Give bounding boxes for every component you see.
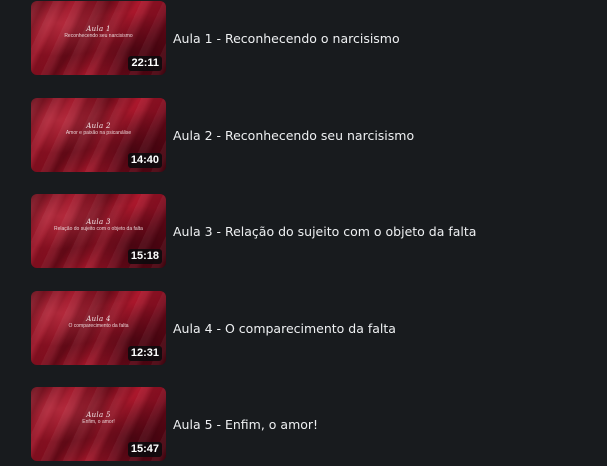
thumbnail-subtitle: Amor e paixão na psicanálise <box>65 130 132 136</box>
lesson-title[interactable]: Aula 5 - Enfim, o amor! <box>173 417 318 432</box>
thumbnail-subtitle: Reconhecendo seu narcisismo <box>64 33 133 39</box>
lesson-title[interactable]: Aula 3 - Relação do sujeito com o objeto… <box>173 224 476 239</box>
duration-badge: 22:11 <box>128 56 162 71</box>
thumbnail-title: Aula 3 <box>86 218 111 226</box>
lesson-thumbnail[interactable]: Aula 4 O comparecimento da falta 12:31 <box>31 291 166 365</box>
lesson-title[interactable]: Aula 2 - Reconhecendo seu narcisismo <box>173 128 414 143</box>
duration-badge: 15:18 <box>127 249 162 264</box>
duration-badge: 15:47 <box>127 442 162 457</box>
lesson-thumbnail[interactable]: Aula 5 Enfim, o amor! 15:47 <box>31 387 166 461</box>
thumbnail-subtitle: Relação do sujeito com o objeto da falta <box>54 226 143 232</box>
thumbnail-title: Aula 4 <box>86 315 111 323</box>
lesson-thumbnail[interactable]: Aula 2 Amor e paixão na psicanálise 14:4… <box>31 98 166 172</box>
lesson-title[interactable]: Aula 4 - O comparecimento da falta <box>173 321 396 336</box>
lesson-item-3[interactable]: Aula 3 Relação do sujeito com o objeto d… <box>31 194 591 268</box>
thumbnail-subtitle: O comparecimento da falta <box>68 323 129 329</box>
duration-badge: 12:31 <box>127 346 162 361</box>
lesson-item-1[interactable]: Aula 1 Reconhecendo seu narcisismo 22:11… <box>31 1 591 75</box>
thumbnail-subtitle: Enfim, o amor! <box>82 419 115 425</box>
lesson-thumbnail[interactable]: Aula 1 Reconhecendo seu narcisismo 22:11 <box>31 1 166 75</box>
lesson-title[interactable]: Aula 1 - Reconhecendo o narcisismo <box>173 31 400 46</box>
thumbnail-title: Aula 1 <box>86 25 111 33</box>
lesson-thumbnail[interactable]: Aula 3 Relação do sujeito com o objeto d… <box>31 194 166 268</box>
lesson-item-5[interactable]: Aula 5 Enfim, o amor! 15:47 Aula 5 - Enf… <box>31 387 591 461</box>
lesson-item-2[interactable]: Aula 2 Amor e paixão na psicanálise 14:4… <box>31 98 591 172</box>
thumbnail-title: Aula 2 <box>86 122 111 130</box>
lesson-list: Aula 1 Reconhecendo seu narcisismo 22:11… <box>0 0 607 466</box>
thumbnail-title: Aula 5 <box>86 411 111 419</box>
lesson-item-4[interactable]: Aula 4 O comparecimento da falta 12:31 A… <box>31 291 591 365</box>
duration-badge: 14:40 <box>127 153 162 168</box>
